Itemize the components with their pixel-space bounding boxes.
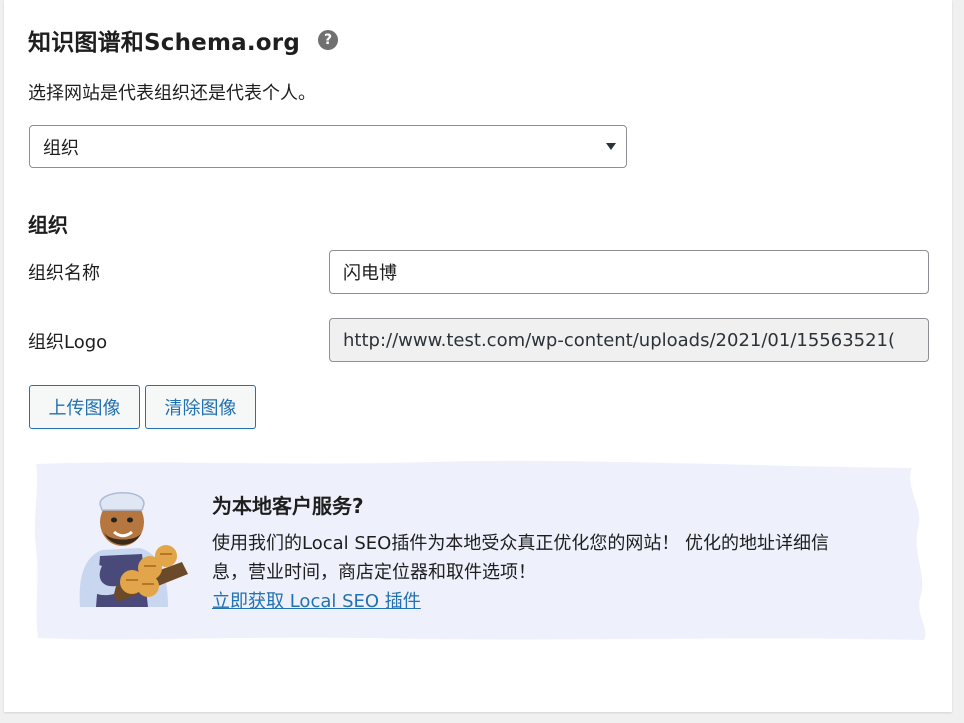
local-seo-promo: 为本地客户服务? 使用我们的Local SEO插件为本地受众真正优化您的网站！ … [32, 458, 932, 642]
get-local-seo-link[interactable]: 立即获取 Local SEO 插件 [212, 587, 421, 613]
select-value: 组织 [43, 137, 79, 159]
promo-text-line-2: 息，营业时间，商店定位器和取件选项！ [212, 562, 536, 583]
section-description: 选择网站是代表组织还是代表个人。 [28, 83, 316, 104]
settings-panel: 知识图谱和Schema.org ? 选择网站是代表组织还是代表个人。 组织 组织… [4, 0, 952, 712]
organization-heading: 组织 [28, 213, 68, 237]
organization-name-label: 组织名称 [28, 263, 100, 284]
organization-name-input[interactable] [329, 250, 929, 294]
promo-title: 为本地客户服务? [212, 494, 364, 518]
chef-with-bread-illustration [79, 492, 188, 607]
organization-or-person-select[interactable]: 组织 [29, 125, 627, 168]
promo-text-line-1: 使用我们的Local SEO插件为本地受众真正优化您的网站！ 优化的地址详细信 [212, 533, 830, 554]
title-row: 知识图谱和Schema.org ? [28, 22, 339, 58]
page-title: 知识图谱和Schema.org [28, 30, 301, 56]
question-mark-icon[interactable]: ? [318, 30, 339, 50]
chevron-down-icon [606, 143, 616, 150]
promo-content: 为本地客户服务? 使用我们的Local SEO插件为本地受众真正优化您的网站！ … [212, 490, 892, 613]
organization-logo-url-input[interactable] [329, 318, 929, 362]
organization-logo-label: 组织Logo [28, 332, 108, 353]
clear-image-button[interactable]: 清除图像 [145, 385, 256, 429]
upload-image-button[interactable]: 上传图像 [29, 385, 140, 429]
